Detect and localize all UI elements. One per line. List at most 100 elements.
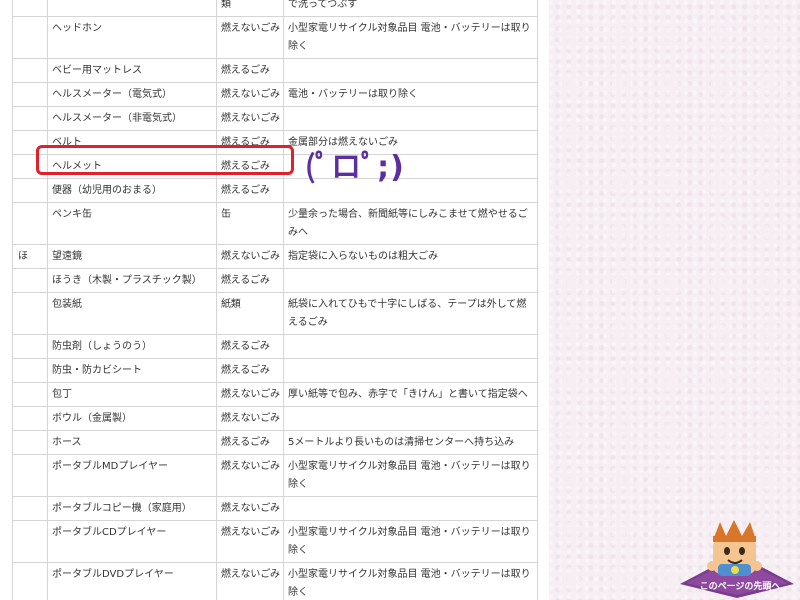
table-row: ヘルスメーター（非電気式） 燃えないごみ [12, 106, 538, 131]
note-cell: 小型家電リサイクル対象品目 電池・バッテリーは取り除く [283, 454, 538, 497]
table-row: 包装紙 紙類 紙袋に入れてひもで十字にしばる、テープは外して燃えるごみ [12, 292, 538, 335]
content-area: 類で洗ってつぶす ヘッドホン 燃えないごみ 小型家電リサイクル対象品目 電池・バッテリ… [0, 0, 549, 600]
kana-cell [12, 496, 48, 521]
table-row: 防虫・防カビシート 燃えるごみ [12, 358, 538, 383]
table-row: ベビー用マットレス 燃えるごみ [12, 58, 538, 83]
table-row: 防虫剤（しょうのう） 燃えるごみ [12, 334, 538, 359]
kana-cell [12, 562, 48, 600]
table-row: ボウル（金属製） 燃えないごみ [12, 406, 538, 431]
table-row: ポータブルCDプレイヤー 燃えないごみ 小型家電リサイクル対象品目 電池・バッテリー… [12, 520, 538, 563]
kana-cell [12, 106, 48, 131]
item-name-cell: 包丁 [47, 382, 217, 407]
kana-cell [12, 520, 48, 563]
surprised-emoticon: (ﾟロﾟ;) [305, 150, 405, 185]
garbage-type-cell: 燃えるごみ [216, 334, 284, 359]
item-name-cell: 包装紙 [47, 292, 217, 335]
note-cell: 指定袋に入らないものは粗大ごみ [283, 244, 538, 269]
garbage-type-cell: 燃えないごみ [216, 16, 284, 59]
item-name-cell: 望遠鏡 [47, 244, 217, 269]
item-name-cell: ペンキ缶 [47, 202, 217, 245]
garbage-type-cell: 燃えるごみ [216, 268, 284, 293]
note-cell [283, 268, 538, 293]
note-cell: 厚い紙等で包み、赤字で「きけん」と書いて指定袋へ [283, 382, 538, 407]
garbage-type-cell: 燃えないごみ [216, 520, 284, 563]
kana-cell [12, 16, 48, 59]
note-cell: 小型家電リサイクル対象品目 電池・バッテリーは取り除く [283, 562, 538, 600]
kana-cell [12, 268, 48, 293]
note-cell: 紙袋に入れてひもで十字にしばる、テープは外して燃えるごみ [283, 292, 538, 335]
table-row: 包丁 燃えないごみ 厚い紙等で包み、赤字で「きけん」と書いて指定袋へ [12, 382, 538, 407]
back-to-top-button[interactable]: このページの先頭へ [680, 518, 794, 598]
garbage-type-cell: 紙類 [216, 292, 284, 335]
item-name-cell: ヘルスメーター（非電気式） [47, 106, 217, 131]
kana-cell [12, 0, 48, 17]
garbage-type-cell: 燃えるごみ [216, 58, 284, 83]
item-name-cell [47, 0, 217, 17]
item-name-cell: ヘルスメーター（電気式） [47, 82, 217, 107]
kana-cell [12, 202, 48, 245]
item-name-cell: 便器（幼児用のおまる） [47, 178, 217, 203]
item-name-cell: 防虫剤（しょうのう） [47, 334, 217, 359]
kana-cell [12, 82, 48, 107]
kana-cell [12, 358, 48, 383]
item-name-cell: ボウル（金属製） [47, 406, 217, 431]
kana-cell [12, 178, 48, 203]
note-cell: で洗ってつぶす [283, 0, 538, 17]
note-cell: 小型家電リサイクル対象品目 電池・バッテリーは取り除く [283, 520, 538, 563]
garbage-sorting-table: 類で洗ってつぶす ヘッドホン 燃えないごみ 小型家電リサイクル対象品目 電池・バッテリ… [12, 0, 538, 600]
item-name-cell: ヘッドホン [47, 16, 217, 59]
table-row: ポータブルコピー機（家庭用） 燃えないごみ [12, 496, 538, 521]
garbage-type-cell: 燃えないごみ [216, 106, 284, 131]
note-cell [283, 58, 538, 83]
note-cell [283, 106, 538, 131]
kana-cell [12, 406, 48, 431]
garbage-type-cell: 燃えないごみ [216, 496, 284, 521]
garbage-type-cell: 燃えないごみ [216, 562, 284, 600]
note-cell [283, 358, 538, 383]
garbage-type-cell: 燃えるごみ [216, 178, 284, 203]
kana-cell [12, 292, 48, 335]
garbage-type-cell: 類 [216, 0, 284, 17]
table-row: ポータブルMDプレイヤー 燃えないごみ 小型家電リサイクル対象品目 電池・バッテリー… [12, 454, 538, 497]
kana-cell [12, 58, 48, 83]
kana-cell [12, 454, 48, 497]
garbage-type-cell: 燃えないごみ [216, 406, 284, 431]
helmet-row-highlight [36, 145, 294, 175]
table-row: ヘルスメーター（電気式） 燃えないごみ 電池・バッテリーは取り除く [12, 82, 538, 107]
note-cell: 5メートルより長いものは清掃センターへ持ち込み [283, 430, 538, 455]
note-cell [283, 496, 538, 521]
table-row: 類で洗ってつぶす [12, 0, 538, 17]
note-cell [283, 406, 538, 431]
garbage-type-cell: 燃えないごみ [216, 454, 284, 497]
item-name-cell: ポータブルDVDプレイヤー [47, 562, 217, 600]
item-name-cell: ポータブルCDプレイヤー [47, 520, 217, 563]
table-row: ポータブルDVDプレイヤー 燃えないごみ 小型家電リサイクル対象品目 電池・バッテリ… [12, 562, 538, 600]
back-to-top-label: このページの先頭へ [699, 582, 781, 592]
item-name-cell: ほうき（木製・プラスチック製） [47, 268, 217, 293]
garbage-type-cell: 燃えないごみ [216, 244, 284, 269]
table-row: ほうき（木製・プラスチック製） 燃えるごみ [12, 268, 538, 293]
item-name-cell: ホース [47, 430, 217, 455]
table-row: ホース 燃えるごみ 5メートルより長いものは清掃センターへ持ち込み [12, 430, 538, 455]
kana-cell [12, 334, 48, 359]
note-cell: 少量余った場合、新聞紙等にしみこませて燃やせるごみへ [283, 202, 538, 245]
table-row: ペンキ缶缶少量余った場合、新聞紙等にしみこませて燃やせるごみへ [12, 202, 538, 245]
garbage-type-cell: 燃えないごみ [216, 382, 284, 407]
garbage-type-cell: 燃えるごみ [216, 358, 284, 383]
kana-cell [12, 382, 48, 407]
garbage-type-cell: 燃えるごみ [216, 430, 284, 455]
item-name-cell: 防虫・防カビシート [47, 358, 217, 383]
garbage-type-cell: 缶 [216, 202, 284, 245]
item-name-cell: ベビー用マットレス [47, 58, 217, 83]
note-cell [283, 334, 538, 359]
table-row: ヘッドホン 燃えないごみ 小型家電リサイクル対象品目 電池・バッテリーは取り除く [12, 16, 538, 59]
kana-cell [12, 430, 48, 455]
kana-cell: ほ [12, 244, 48, 269]
table-row: ほ望遠鏡 燃えないごみ 指定袋に入らないものは粗大ごみ [12, 244, 538, 269]
table-row: 便器（幼児用のおまる） 燃えるごみ [12, 178, 538, 203]
note-cell: 電池・バッテリーは取り除く [283, 82, 538, 107]
item-name-cell: ポータブルコピー機（家庭用） [47, 496, 217, 521]
table-body: 類で洗ってつぶす ヘッドホン 燃えないごみ 小型家電リサイクル対象品目 電池・バッテリ… [12, 0, 538, 600]
note-cell: 小型家電リサイクル対象品目 電池・バッテリーは取り除く [283, 16, 538, 59]
item-name-cell: ポータブルMDプレイヤー [47, 454, 217, 497]
